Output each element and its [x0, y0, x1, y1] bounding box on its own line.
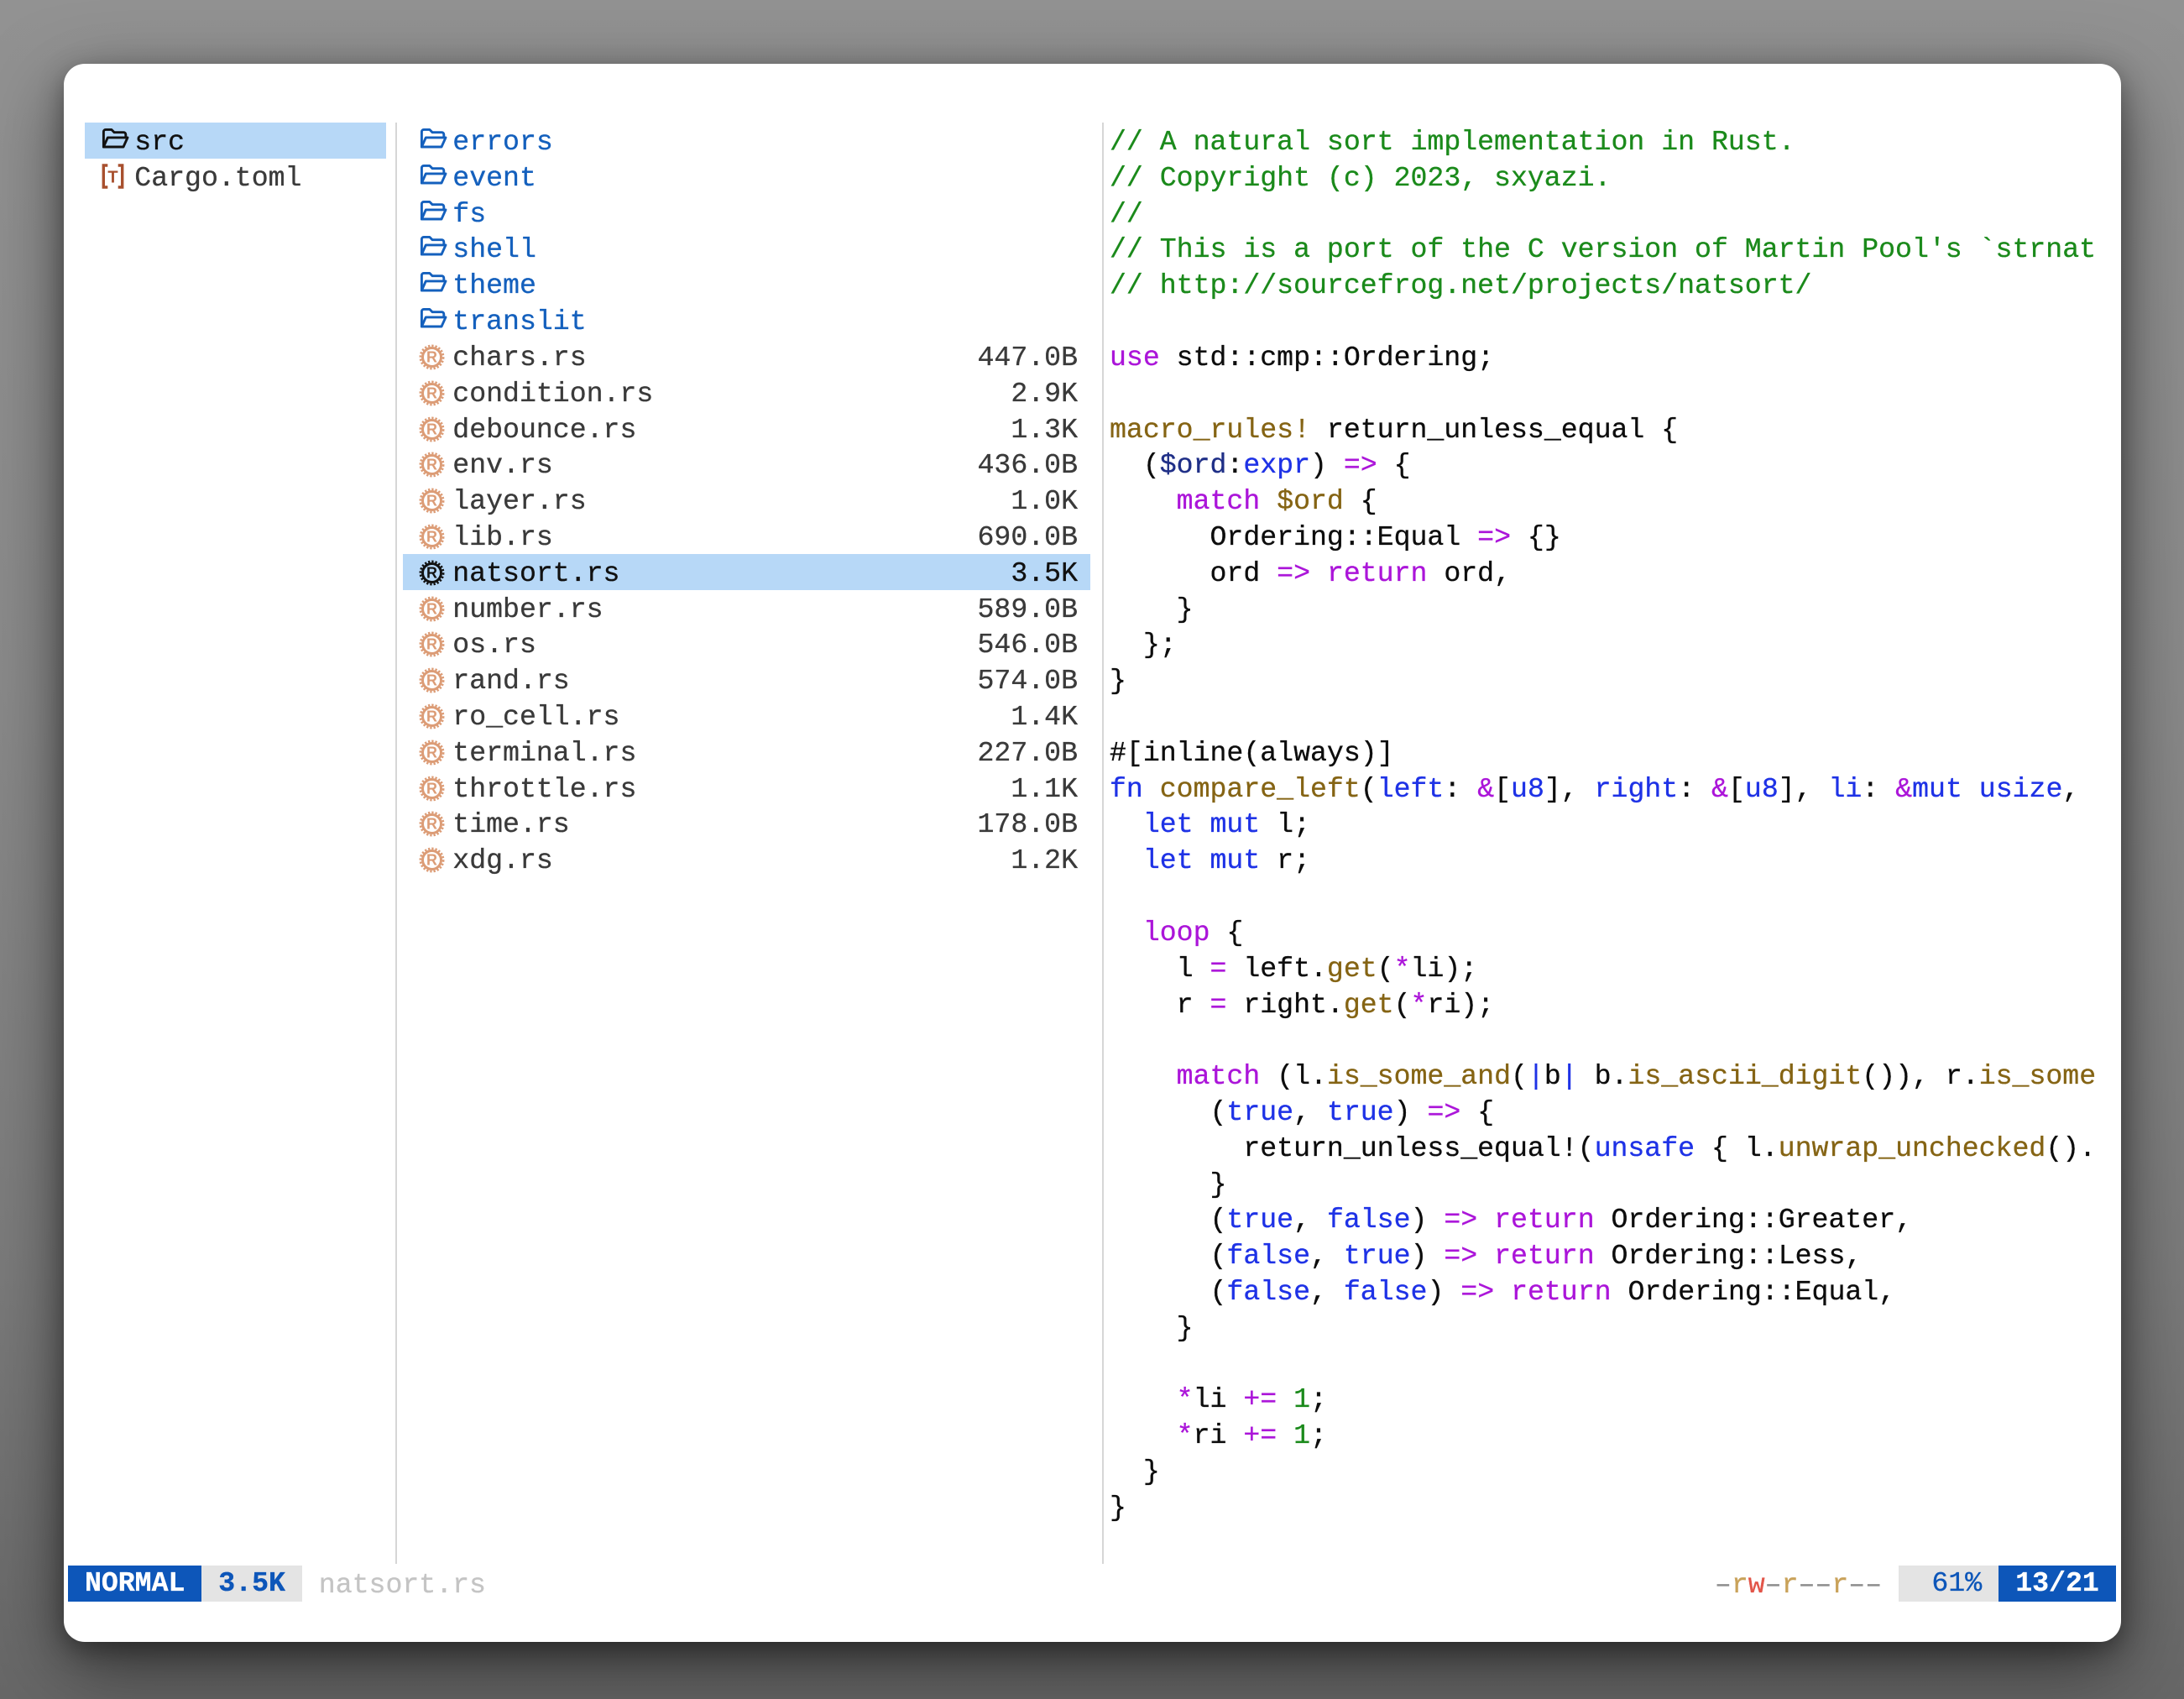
svg-text:R: R	[426, 457, 437, 473]
svg-text:R: R	[426, 636, 437, 653]
svg-text:R: R	[426, 529, 437, 546]
svg-text:R: R	[426, 348, 437, 365]
svg-text:R: R	[426, 564, 437, 581]
svg-text:R: R	[426, 672, 437, 689]
svg-text:R: R	[426, 744, 437, 761]
svg-text:R: R	[426, 384, 437, 401]
svg-text:T: T	[108, 168, 118, 186]
svg-text:R: R	[426, 852, 437, 869]
svg-text:R: R	[426, 816, 437, 833]
svg-text:R: R	[426, 421, 437, 437]
svg-text:R: R	[426, 493, 437, 510]
svg-text:R: R	[426, 780, 437, 797]
svg-text:R: R	[426, 708, 437, 725]
svg-text:R: R	[426, 600, 437, 617]
